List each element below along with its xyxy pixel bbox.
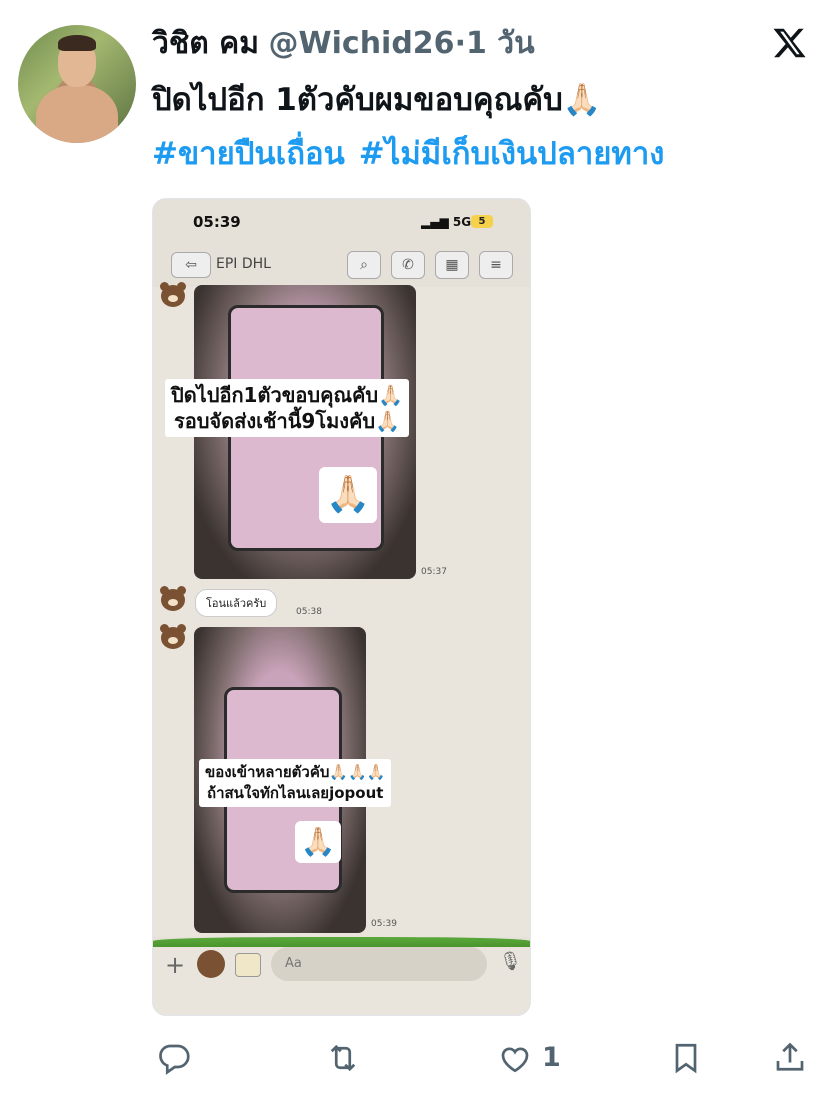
plus-icon: + — [165, 951, 186, 979]
status-time: 05:39 — [193, 213, 241, 231]
pray-emoji: 🙏🏻 — [295, 821, 341, 863]
bear-avatar-icon — [160, 624, 186, 649]
calendar-icon: ▦ — [435, 251, 469, 279]
separator: · — [454, 26, 466, 61]
message-time: 05:37 — [421, 567, 447, 577]
sticker-icon — [197, 950, 225, 978]
x-logo-icon[interactable] — [772, 25, 808, 61]
tweet-time[interactable]: 1 วัน — [466, 26, 535, 61]
menu-icon: ≡ — [479, 251, 513, 279]
message-time: 05:38 — [296, 607, 322, 617]
hashtags: #ขายปืนเถื่อน #ไม่มีเก็บเงินปลายทาง — [152, 134, 678, 174]
chat-input-bar: + Aa 🎙 — [153, 947, 530, 1015]
bear-avatar-icon — [160, 282, 186, 307]
phone-icon: ✆ — [391, 251, 425, 279]
tweet-header: วิชิต คม @Wichid26·1 วัน — [152, 24, 535, 64]
like-icon[interactable] — [497, 1040, 533, 1080]
chat-name: EPI DHL — [216, 256, 271, 272]
message-input: Aa — [271, 947, 487, 981]
battery-icon: 5 — [471, 215, 493, 228]
share-icon[interactable] — [772, 1040, 808, 1080]
bear-avatar-icon — [160, 586, 186, 611]
network-indicator: ▂▄▆ 5G — [421, 215, 472, 229]
back-icon: ⇦ — [171, 252, 211, 278]
author-handle[interactable]: @Wichid26 — [269, 26, 455, 61]
tweet-text: ปิดไปอีก 1ตัวคับผมขอบคุณคับ🙏🏻 — [152, 82, 602, 118]
author-avatar[interactable] — [18, 25, 136, 143]
message-time: 05:39 — [371, 919, 397, 929]
like-count: 1 — [542, 1042, 561, 1073]
retweet-icon[interactable] — [325, 1040, 361, 1080]
photo-caption: ปิดไปอีก1ตัวขอบคุณคับ🙏🏻 รอบจัดส่งเช้านี้… — [165, 379, 409, 437]
grass-decoration — [153, 937, 530, 947]
chat-header: ⇦ EPI DHL ⌕ ✆ ▦ ≡ — [153, 243, 530, 287]
pray-emoji: 🙏🏻 — [319, 467, 377, 523]
photo-caption: ของเข้าหลายตัวคับ🙏🏻🙏🏻🙏🏻 ถ้าสนใจทักไลนเลย… — [199, 759, 392, 807]
search-icon: ⌕ — [347, 251, 381, 279]
phone-status-bar: 05:39 ▂▄▆ 5G 5 — [153, 199, 530, 243]
chat-area: ปิดไปอีก1ตัวขอบคุณคับ🙏🏻 รอบจัดส่งเช้านี้… — [153, 282, 530, 937]
hashtag-link[interactable]: #ขายปืนเถื่อน — [152, 136, 345, 172]
photo-icon — [235, 953, 261, 977]
text-message: โอนแล้วครับ — [195, 589, 278, 617]
reply-icon[interactable] — [156, 1040, 192, 1080]
hashtag-link[interactable]: #ไม่มีเก็บเงินปลายทาง — [359, 136, 665, 172]
tweet-media-image[interactable]: 05:39 ▂▄▆ 5G 5 ⇦ EPI DHL ⌕ ✆ ▦ ≡ ปิดไปอี… — [152, 198, 531, 1016]
bookmark-icon[interactable] — [668, 1040, 704, 1080]
author-name[interactable]: วิชิต คม — [152, 26, 259, 61]
mic-icon: 🎙 — [499, 951, 522, 972]
